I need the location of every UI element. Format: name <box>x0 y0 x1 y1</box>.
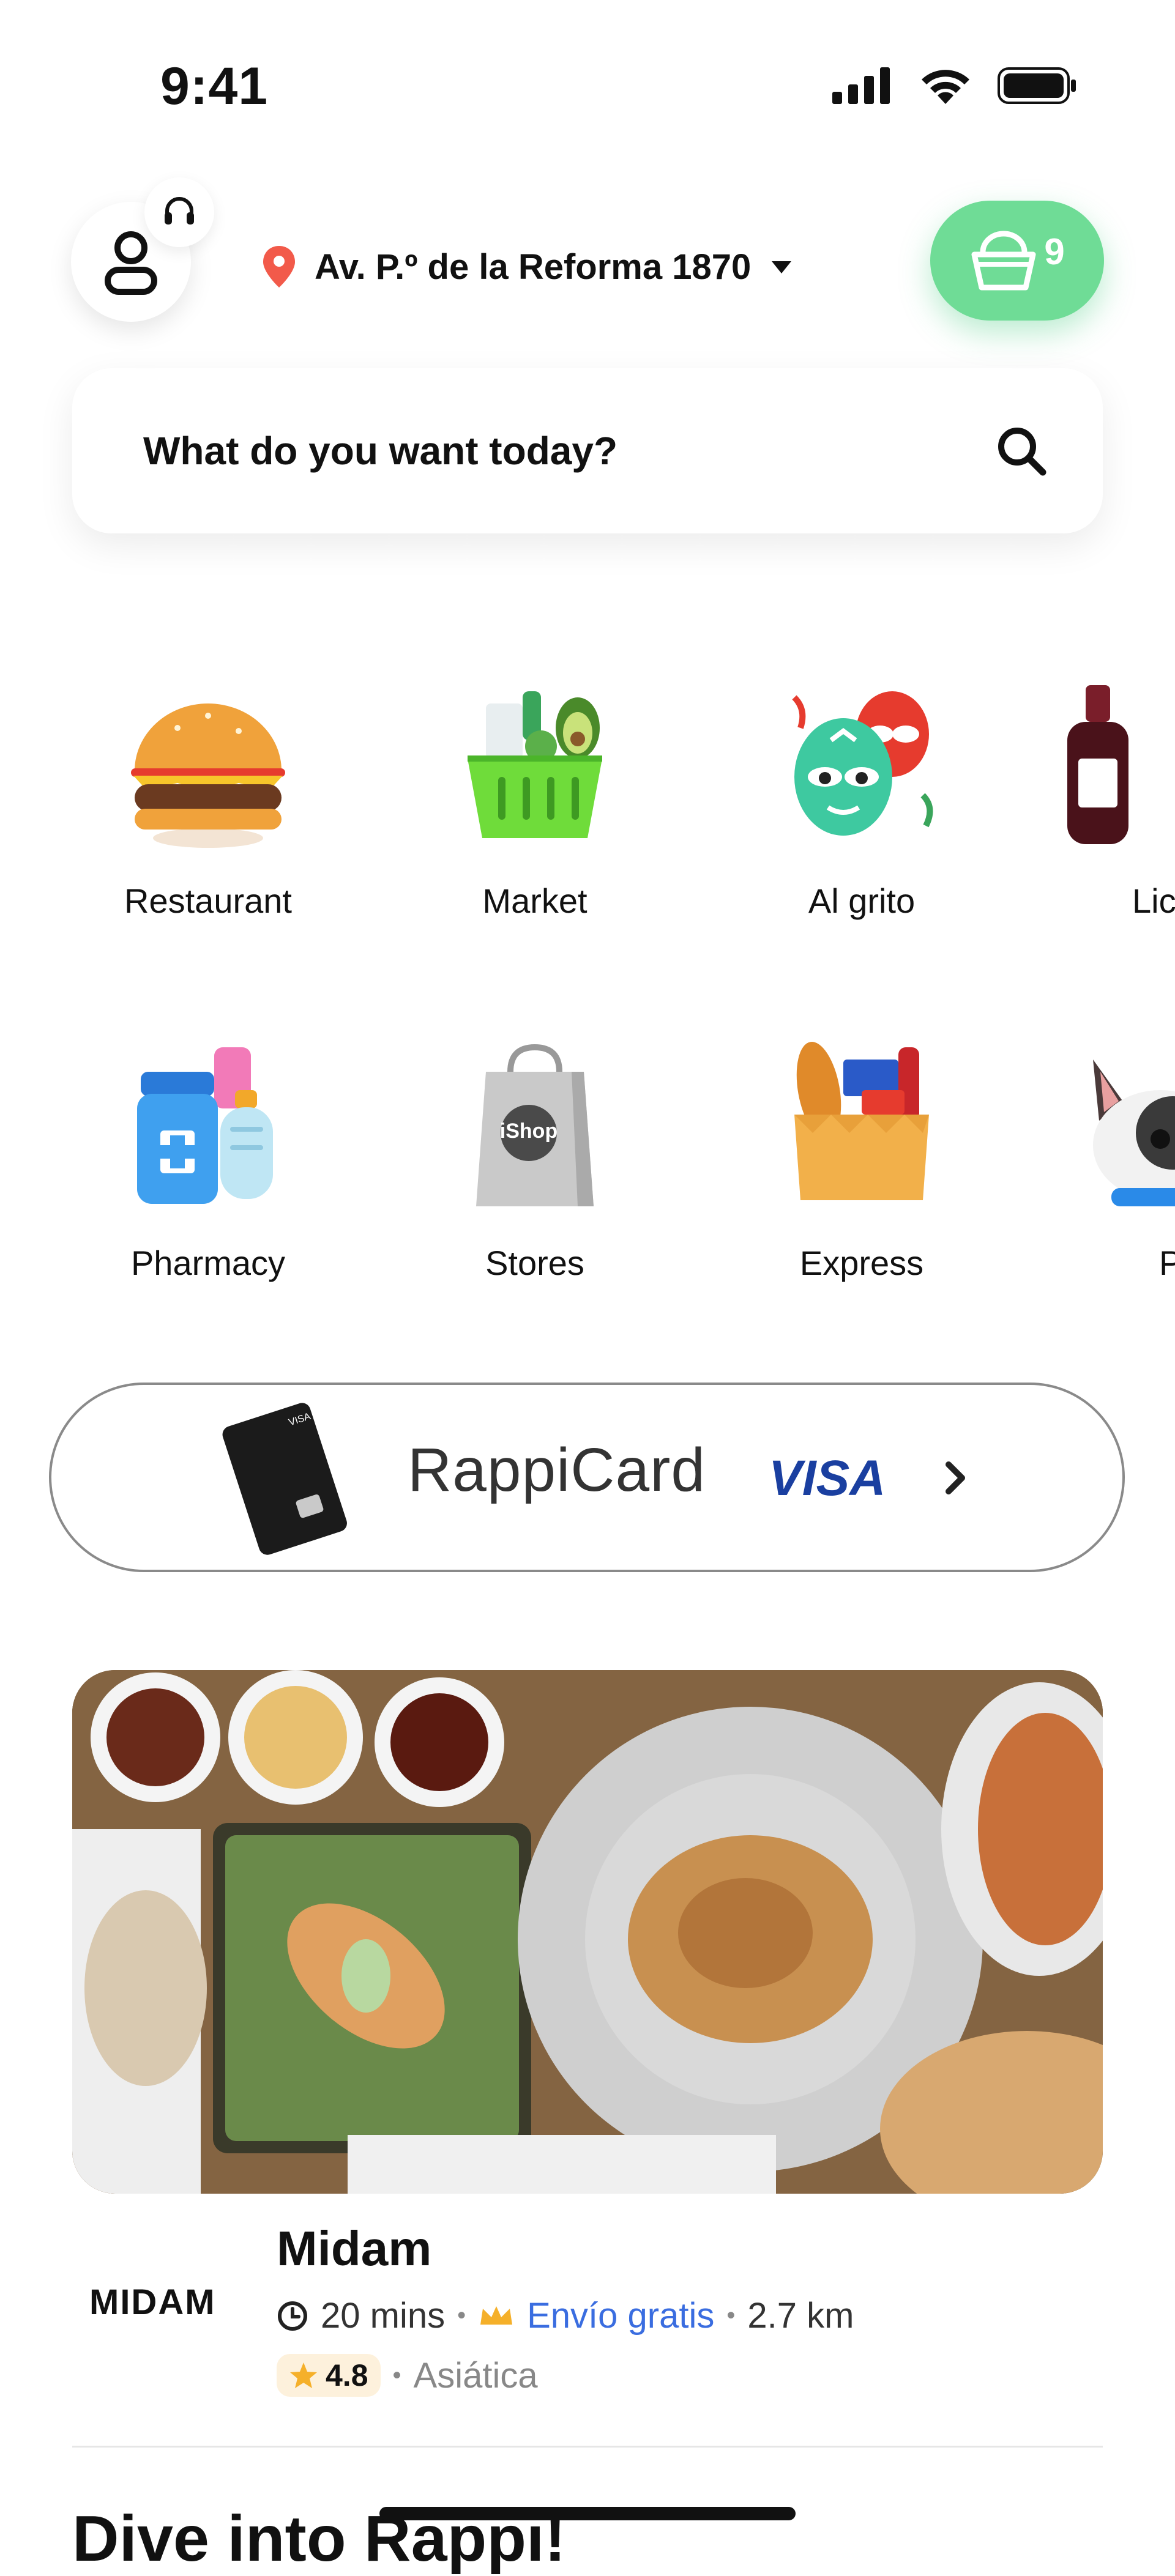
credit-card-icon: VISA <box>222 1403 347 1555</box>
chevron-down-icon <box>772 261 792 273</box>
distance: 2.7 km <box>747 2296 854 2336</box>
user-icon <box>105 231 157 295</box>
search-icon[interactable] <box>995 425 1048 477</box>
restaurant-meta-secondary: 4.8 • Asiática <box>277 2354 538 2397</box>
rating-badge: 4.8 <box>277 2354 381 2397</box>
category-al-grito[interactable]: Al grito <box>733 673 990 921</box>
category-label: Lic <box>1132 882 1175 920</box>
dog-icon <box>1087 1035 1175 1219</box>
category-express[interactable]: Express <box>733 1035 990 1283</box>
category-label: Express <box>799 1244 924 1282</box>
location-pin-icon <box>263 246 295 288</box>
delivery-time: 20 mins <box>321 2296 446 2336</box>
category-liquor[interactable]: Lic <box>1060 673 1175 921</box>
food-photo-image <box>72 1670 1103 2194</box>
address-selector[interactable]: Av. P.º de la Reforma 1870 <box>262 245 794 289</box>
medicine-bottles-icon <box>116 1035 300 1219</box>
chevron-right-icon <box>946 1461 965 1494</box>
category-label: Restaurant <box>124 882 292 920</box>
headset-icon <box>165 197 194 225</box>
category-pharmacy[interactable]: Pharmacy <box>80 1035 337 1283</box>
address-text: Av. P.º de la Reforma 1870 <box>315 247 752 287</box>
support-button[interactable] <box>144 177 214 247</box>
star-icon <box>290 2363 317 2388</box>
bag-label: iShop <box>499 1119 558 1143</box>
wrestling-mask-icon <box>770 673 953 856</box>
home-indicator <box>379 2507 796 2520</box>
separator-dot: • <box>457 2302 466 2329</box>
free-shipping: Envío gratis <box>527 2296 715 2336</box>
grocery-basket-icon <box>443 673 627 856</box>
search-bar[interactable] <box>72 368 1103 533</box>
wifi-icon <box>922 70 969 104</box>
crown-icon <box>480 2306 513 2325</box>
category-label: Stores <box>485 1244 584 1282</box>
wine-bottle-icon <box>1060 673 1175 856</box>
category-label: Pharmacy <box>130 1244 286 1282</box>
burger-icon <box>116 673 300 856</box>
cart-button[interactable]: 9 <box>930 201 1104 321</box>
cuisine: Asiática <box>413 2355 538 2396</box>
restaurant-photo[interactable] <box>72 1670 1103 2194</box>
separator-dot: • <box>726 2302 736 2329</box>
divider <box>72 2446 1103 2448</box>
status-icons <box>832 66 1077 105</box>
separator-dot: • <box>392 2361 401 2389</box>
visa-logo: VISA <box>769 1450 886 1506</box>
battery-icon <box>998 67 1076 104</box>
rating-value: 4.8 <box>326 2358 368 2392</box>
rappicard-brand: RappiCard <box>408 1436 706 1504</box>
category-pets[interactable]: P <box>1087 1035 1175 1283</box>
category-label: Market <box>482 882 588 920</box>
restaurant-meta: 20 mins • Envío gratis • 2.7 km <box>277 2295 854 2336</box>
category-market[interactable]: Market <box>406 673 663 921</box>
shopping-bag-icon: iShop <box>443 1035 627 1219</box>
restaurant-name[interactable]: Midam <box>277 2221 431 2277</box>
status-time: 9:41 <box>160 57 269 116</box>
category-label: Al grito <box>808 882 916 920</box>
grocery-bag-icon <box>770 1035 953 1219</box>
signal-icon <box>832 67 890 104</box>
clock-icon <box>278 2301 307 2331</box>
category-label: P <box>1159 1244 1175 1282</box>
basket-icon <box>971 231 1036 291</box>
category-stores[interactable]: iShop Stores <box>406 1035 663 1283</box>
category-restaurant[interactable]: Restaurant <box>80 673 337 921</box>
search-input[interactable] <box>142 428 940 474</box>
cart-count: 9 <box>1044 231 1065 272</box>
restaurant-logo: MIDAM <box>89 2282 216 2322</box>
